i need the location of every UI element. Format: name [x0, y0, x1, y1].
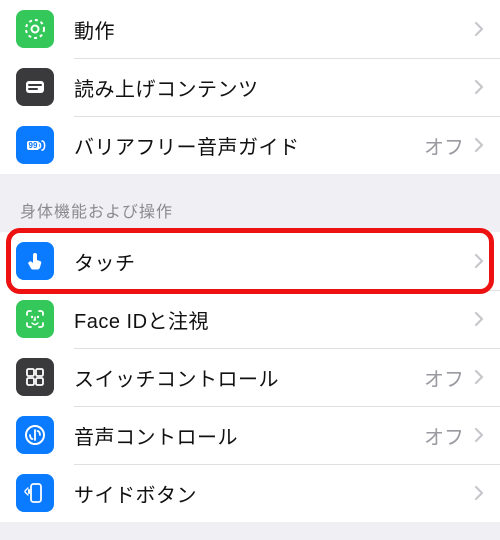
row-label: タッチ: [74, 247, 474, 276]
chevron-right-icon: [474, 21, 484, 37]
row-label: 読み上げコンテンツ: [74, 73, 474, 102]
row-label: Face IDと注視: [74, 305, 474, 334]
row-audio-descriptions[interactable]: 99 バリアフリー音声ガイド オフ: [0, 116, 500, 174]
row-label: バリアフリー音声ガイド: [74, 131, 424, 160]
chevron-right-icon: [474, 311, 484, 327]
touch-icon: [16, 242, 54, 280]
row-label: 音声コントロール: [74, 421, 424, 450]
voice-control-icon: [16, 416, 54, 454]
motion-icon: [16, 10, 54, 48]
chevron-right-icon: [474, 79, 484, 95]
row-label: 動作: [74, 15, 474, 44]
chevron-right-icon: [474, 427, 484, 443]
row-side-button[interactable]: サイドボタン: [0, 464, 500, 522]
row-value: オフ: [424, 131, 464, 160]
row-touch[interactable]: タッチ: [0, 232, 500, 290]
section-2-rows: タッチ Face IDと注視 スイッチコントロール オフ 音声コントロール オフ: [0, 232, 500, 522]
row-voice-control[interactable]: 音声コントロール オフ: [0, 406, 500, 464]
chevron-right-icon: [474, 137, 484, 153]
faceid-icon: [16, 300, 54, 338]
svg-text:99: 99: [29, 141, 38, 150]
spoken-content-icon: [16, 68, 54, 106]
row-label: サイドボタン: [74, 479, 474, 508]
row-value: オフ: [424, 421, 464, 450]
section-2-header: 身体機能および操作: [0, 174, 500, 232]
section-1-rows: 動作 読み上げコンテンツ 99 バリアフリー音声ガイド オフ: [0, 0, 500, 174]
row-value: オフ: [424, 363, 464, 392]
row-label: スイッチコントロール: [74, 363, 424, 392]
audio-descriptions-icon: 99: [16, 126, 54, 164]
chevron-right-icon: [474, 485, 484, 501]
row-spoken-content[interactable]: 読み上げコンテンツ: [0, 58, 500, 116]
switch-control-icon: [16, 358, 54, 396]
row-motion[interactable]: 動作: [0, 0, 500, 58]
chevron-right-icon: [474, 369, 484, 385]
row-faceid-attention[interactable]: Face IDと注視: [0, 290, 500, 348]
side-button-icon: [16, 474, 54, 512]
chevron-right-icon: [474, 253, 484, 269]
row-switch-control[interactable]: スイッチコントロール オフ: [0, 348, 500, 406]
